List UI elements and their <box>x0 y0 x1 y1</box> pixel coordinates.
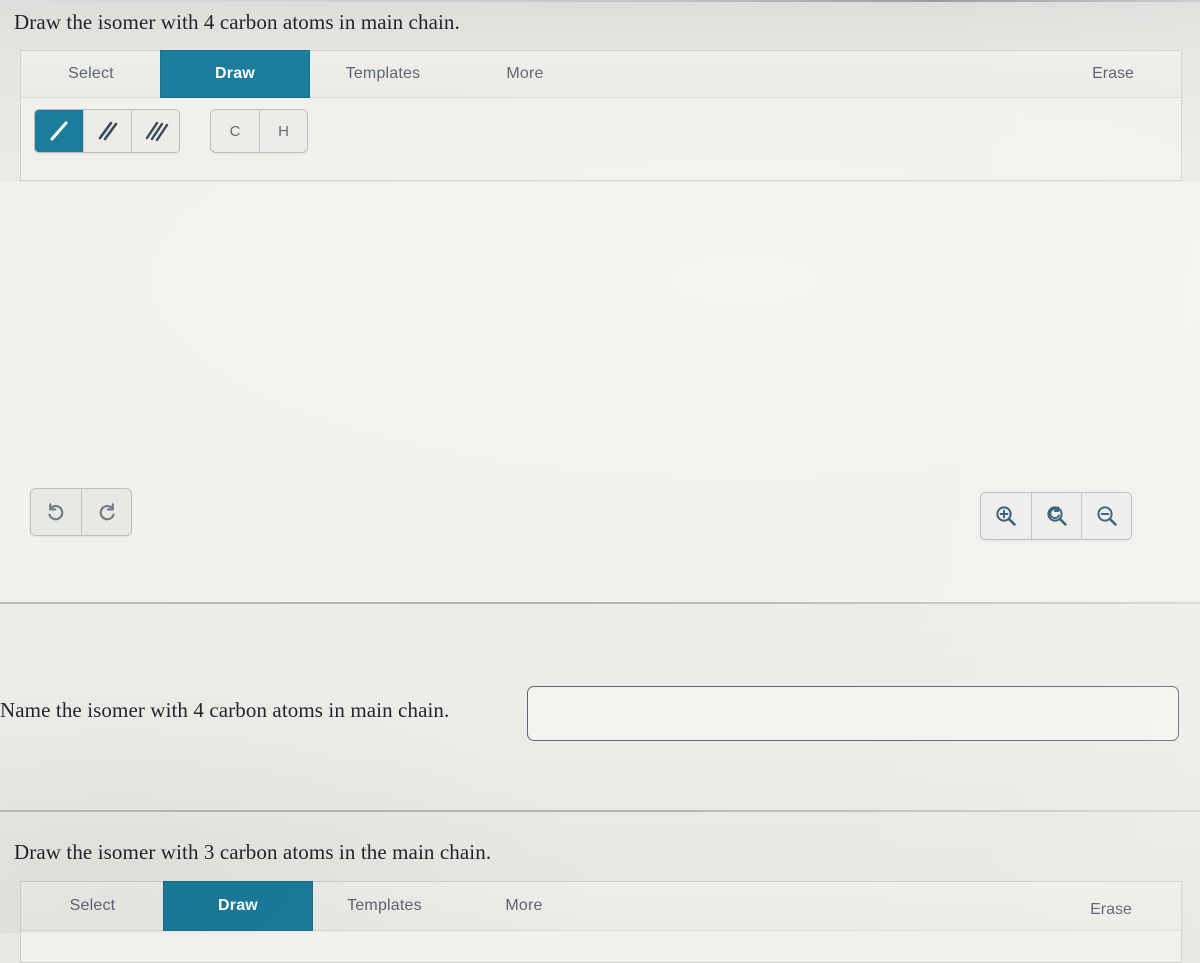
editor-tool-row-4-carbon: C H <box>21 98 1181 164</box>
screen-top-edge <box>0 0 1200 2</box>
editor-toolbar-tabs-3-carbon: Select Draw Templates More Erase <box>21 882 1181 931</box>
tab-templates[interactable]: Templates <box>309 51 457 97</box>
zoom-button-group <box>980 492 1132 540</box>
element-tool-group: C H <box>210 109 308 153</box>
tab-select-3c[interactable]: Select <box>21 882 164 930</box>
tab-more-3c[interactable]: More <box>457 882 591 930</box>
prompt-draw-4-carbon: Draw the isomer with 4 carbon atoms in m… <box>14 10 460 34</box>
history-button-group <box>30 488 132 536</box>
tab-more[interactable]: More <box>457 51 593 97</box>
molecule-editor-3-carbon: Select Draw Templates More Erase <box>20 881 1182 963</box>
tab-select[interactable]: Select <box>21 51 161 97</box>
tab-draw[interactable]: Draw <box>161 51 309 97</box>
editor-toolbar-tabs-4-carbon: Select Draw Templates More Erase <box>21 51 1181 98</box>
divider-after-name-section <box>0 810 1200 812</box>
redo-icon[interactable] <box>81 489 131 535</box>
hydrogen-tool[interactable]: H <box>259 110 307 152</box>
erase-button-3c[interactable]: Erase <box>1051 882 1171 930</box>
undo-icon[interactable] <box>31 489 81 535</box>
erase-button[interactable]: Erase <box>1053 51 1173 97</box>
molecule-editor-4-carbon: Select Draw Templates More Erase C H <box>20 50 1182 181</box>
isomer-name-input[interactable] <box>527 686 1179 741</box>
divider-after-draw-section <box>0 602 1200 604</box>
double-bond-tool[interactable] <box>83 110 131 152</box>
prompt-draw-3-carbon: Draw the isomer with 3 carbon atoms in t… <box>14 840 492 864</box>
carbon-tool[interactable]: C <box>211 110 259 152</box>
triple-bond-tool[interactable] <box>131 110 179 152</box>
bond-tool-group <box>34 109 180 153</box>
tab-templates-3c[interactable]: Templates <box>312 882 457 930</box>
zoom-in-icon[interactable] <box>981 493 1031 539</box>
single-bond-tool[interactable] <box>35 110 83 152</box>
tab-draw-3c[interactable]: Draw <box>164 882 312 930</box>
prompt-name-4-carbon: Name the isomer with 4 carbon atoms in m… <box>0 698 450 722</box>
zoom-out-icon[interactable] <box>1081 493 1131 539</box>
zoom-reset-icon[interactable] <box>1031 493 1081 539</box>
